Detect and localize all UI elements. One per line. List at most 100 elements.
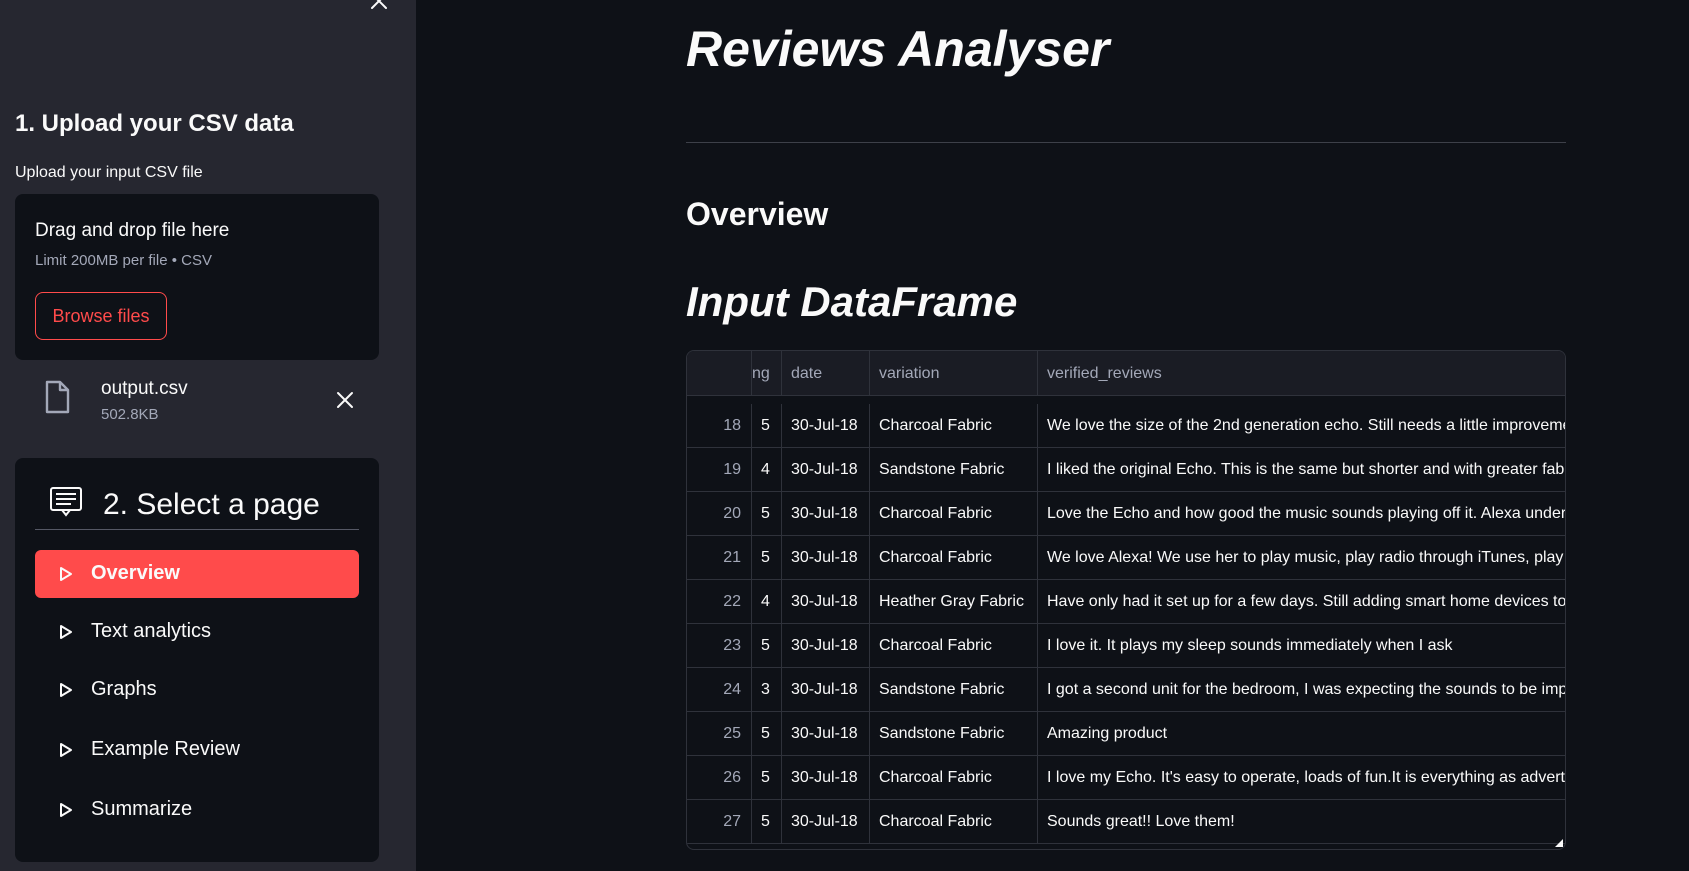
list-icon <box>50 487 82 517</box>
variation-cell[interactable]: Charcoal Fabric <box>869 756 1037 800</box>
upload-label: Upload your input CSV file <box>15 164 203 181</box>
review-cell[interactable]: I love it. It plays my sleep sounds imme… <box>1037 624 1565 668</box>
table-row[interactable]: 18 5 30-Jul-18 Charcoal Fabric We love the s… <box>687 404 1565 448</box>
browse-files-button[interactable]: Browse files <box>35 292 167 340</box>
review-cell[interactable]: I liked the original Echo. This is the s… <box>1037 448 1565 492</box>
play-icon <box>60 743 72 757</box>
row-index[interactable]: 24 <box>687 668 751 712</box>
date-cell[interactable]: 30-Jul-18 <box>781 712 869 756</box>
rating-cell[interactable]: 4 <box>751 580 781 624</box>
rating-cell[interactable]: 5 <box>751 492 781 536</box>
menu-item-example-review[interactable]: Example Review <box>35 726 359 774</box>
date-cell[interactable]: 30-Jul-18 <box>781 492 869 536</box>
date-cell[interactable]: 30-Jul-18 <box>781 756 869 800</box>
menu-title: 2. Select a page <box>103 488 320 521</box>
variation-cell[interactable]: Sandstone Fabric <box>869 712 1037 756</box>
rating-cell[interactable]: 5 <box>751 624 781 668</box>
file-size: 502.8KB <box>101 406 159 423</box>
date-cell[interactable]: 30-Jul-18 <box>781 800 869 844</box>
column-header-index[interactable] <box>687 351 751 396</box>
play-icon <box>60 625 72 639</box>
review-cell[interactable]: I love my Echo. It's easy to operate, lo… <box>1037 756 1565 800</box>
row-index[interactable]: 25 <box>687 712 751 756</box>
variation-cell[interactable]: Charcoal Fabric <box>869 800 1037 844</box>
menu-item-label: Summarize <box>91 798 193 820</box>
review-cell[interactable]: Sounds great!! Love them! <box>1037 800 1565 844</box>
menu-item-label: Text analytics <box>91 620 212 642</box>
variation-cell[interactable]: Charcoal Fabric <box>869 404 1037 448</box>
menu-item-overview[interactable]: Overview <box>35 550 359 598</box>
variation-cell[interactable]: Sandstone Fabric <box>869 448 1037 492</box>
table-row[interactable]: 21 5 30-Jul-18 Charcoal Fabric We love Alexa… <box>687 536 1565 580</box>
rating-cell[interactable]: 4 <box>751 448 781 492</box>
menu-item-text-analytics[interactable]: Text analytics <box>35 608 359 656</box>
table-row[interactable]: 27 5 30-Jul-18 Charcoal Fabric Sounds great!… <box>687 800 1565 844</box>
row-index[interactable]: 18 <box>687 404 751 448</box>
divider <box>686 142 1566 143</box>
column-header-verified-reviews[interactable]: verified_reviews <box>1037 351 1565 396</box>
table-row[interactable]: 26 5 30-Jul-18 Charcoal Fabric I love my Ech… <box>687 756 1565 800</box>
file-icon <box>45 380 70 414</box>
table-row[interactable]: 19 4 30-Jul-18 Sandstone Fabric I liked the … <box>687 448 1565 492</box>
row-index[interactable]: 26 <box>687 756 751 800</box>
date-cell[interactable]: 30-Jul-18 <box>781 580 869 624</box>
column-header-variation[interactable]: variation <box>869 351 1037 396</box>
row-index[interactable]: 23 <box>687 624 751 668</box>
upload-heading: 1. Upload your CSV data <box>15 110 294 137</box>
table-row[interactable]: 20 5 30-Jul-18 Charcoal Fabric Love the Echo… <box>687 492 1565 536</box>
play-icon <box>60 567 72 581</box>
variation-cell[interactable]: Charcoal Fabric <box>869 492 1037 536</box>
close-sidebar-icon[interactable] <box>368 0 390 12</box>
resize-handle-icon[interactable] <box>1555 839 1563 847</box>
review-cell[interactable]: Have only had it set up for a few days. … <box>1037 580 1565 624</box>
date-cell[interactable]: 30-Jul-18 <box>781 624 869 668</box>
page-title: Reviews Analyser <box>686 21 1110 77</box>
table-row[interactable]: 22 4 30-Jul-18 Heather Gray Fabric Have only… <box>687 580 1565 624</box>
table-header: ng date variation verified_reviews <box>687 351 1565 396</box>
review-cell[interactable]: I got a second unit for the bedroom, I w… <box>1037 668 1565 712</box>
row-index[interactable]: 20 <box>687 492 751 536</box>
column-header-rating[interactable]: ng <box>751 351 781 396</box>
rating-cell[interactable]: 3 <box>751 668 781 712</box>
variation-cell[interactable]: Charcoal Fabric <box>869 536 1037 580</box>
variation-cell[interactable]: Sandstone Fabric <box>869 668 1037 712</box>
column-header-date[interactable]: date <box>781 351 869 396</box>
row-index[interactable]: 19 <box>687 448 751 492</box>
file-name: output.csv <box>101 378 188 399</box>
file-dropzone[interactable]: Drag and drop file here Limit 200MB per … <box>15 194 379 360</box>
table-body: 18 5 30-Jul-18 Charcoal Fabric We love the s… <box>687 404 1565 844</box>
review-cell[interactable]: We love the size of the 2nd generation e… <box>1037 404 1565 448</box>
date-cell[interactable]: 30-Jul-18 <box>781 668 869 712</box>
row-index[interactable]: 27 <box>687 800 751 844</box>
menu-item-graphs[interactable]: Graphs <box>35 666 359 714</box>
rating-cell[interactable]: 5 <box>751 712 781 756</box>
menu-header: 2. Select a page <box>35 476 359 530</box>
variation-cell[interactable]: Charcoal Fabric <box>869 624 1037 668</box>
variation-cell[interactable]: Heather Gray Fabric <box>869 580 1037 624</box>
table-row[interactable]: 23 5 30-Jul-18 Charcoal Fabric I love it. It… <box>687 624 1565 668</box>
date-cell[interactable]: 30-Jul-18 <box>781 448 869 492</box>
table-row[interactable]: 25 5 30-Jul-18 Sandstone Fabric Amazing prod… <box>687 712 1565 756</box>
page-menu: 2. Select a page Overview Text analytics… <box>15 458 379 862</box>
review-cell[interactable]: Love the Echo and how good the music sou… <box>1037 492 1565 536</box>
row-index[interactable]: 22 <box>687 580 751 624</box>
review-cell[interactable]: We love Alexa! We use her to play music,… <box>1037 536 1565 580</box>
dropzone-title: Drag and drop file here <box>35 220 230 241</box>
menu-item-label: Overview <box>91 562 180 584</box>
rating-cell[interactable]: 5 <box>751 756 781 800</box>
section-heading: Overview <box>686 196 829 232</box>
date-cell[interactable]: 30-Jul-18 <box>781 404 869 448</box>
menu-item-summarize[interactable]: Summarize <box>35 786 359 834</box>
dataframe-table[interactable]: ng date variation verified_reviews 18 5 30… <box>686 350 1566 850</box>
table-row[interactable]: 24 3 30-Jul-18 Sandstone Fabric I got a seco… <box>687 668 1565 712</box>
date-cell[interactable]: 30-Jul-18 <box>781 536 869 580</box>
rating-cell[interactable]: 5 <box>751 800 781 844</box>
rating-cell[interactable]: 5 <box>751 404 781 448</box>
rating-cell[interactable]: 5 <box>751 536 781 580</box>
menu-item-label: Graphs <box>91 678 157 700</box>
dropzone-limit: Limit 200MB per file • CSV <box>35 252 212 269</box>
review-cell[interactable]: Amazing product <box>1037 712 1565 756</box>
remove-file-icon[interactable] <box>335 390 355 410</box>
row-index[interactable]: 21 <box>687 536 751 580</box>
menu-item-label: Example Review <box>91 738 240 760</box>
